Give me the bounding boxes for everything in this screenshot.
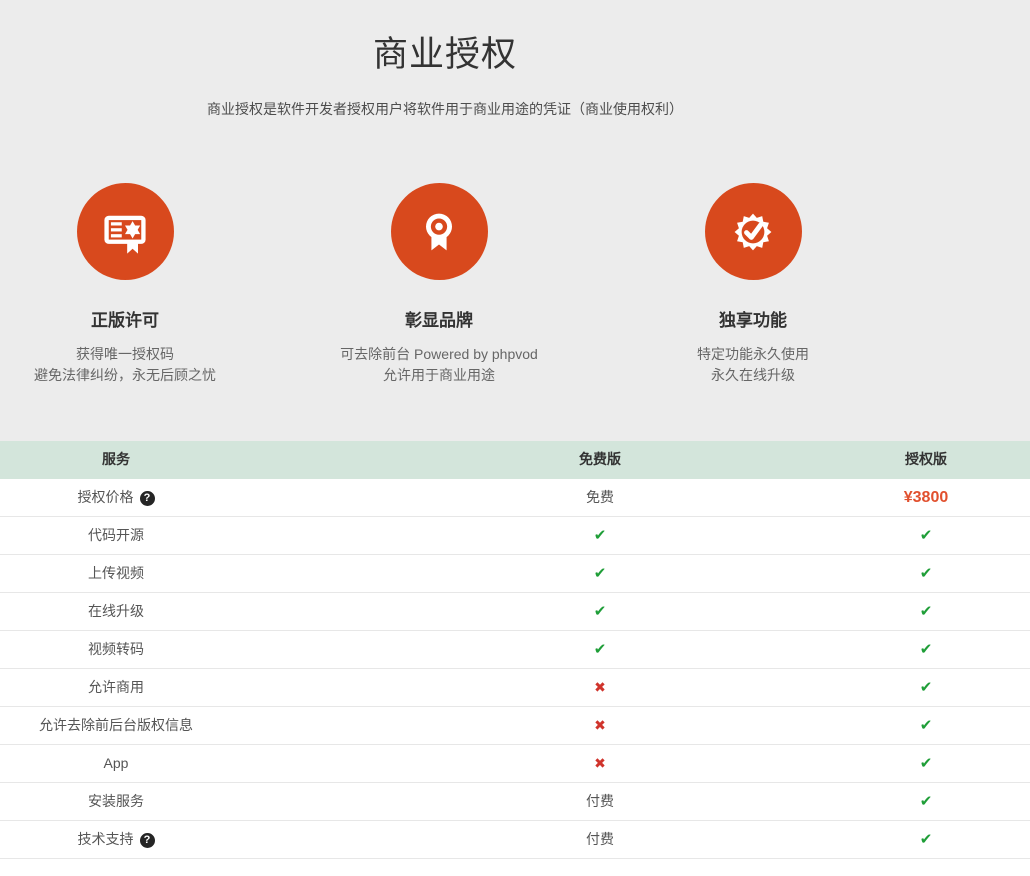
feature-desc-line: 永久在线升级 <box>628 365 878 386</box>
check-icon: ✔ <box>920 527 933 544</box>
row-label: App <box>104 755 129 771</box>
table-row: 授权价格? 免费 ¥3800 <box>0 479 1030 517</box>
cross-icon: ✖ <box>594 755 606 771</box>
row-label: 上传视频 <box>88 565 144 581</box>
table-row: App ✖ ✔ <box>0 745 1030 783</box>
feature-license: 正版许可 获得唯一授权码 避免法律纠纷，永无后顾之忧 <box>0 183 250 386</box>
feature-desc-line: 避免法律纠纷，永无后顾之忧 <box>0 365 250 386</box>
table-header-service: 服务 <box>0 441 232 479</box>
row-label: 视频转码 <box>88 641 144 657</box>
help-icon[interactable]: ? <box>140 491 155 506</box>
table-body: 授权价格?免费¥3800代码开源✔✔上传视频✔✔在线升级✔✔视频转码✔✔允许商用… <box>0 479 1030 859</box>
check-icon: ✔ <box>920 565 933 582</box>
cross-icon: ✖ <box>594 679 606 695</box>
check-icon: ✔ <box>920 717 933 734</box>
check-icon: ✔ <box>594 641 607 658</box>
cross-icon: ✖ <box>594 717 606 733</box>
hero-section: 商业授权 商业授权是软件开发者授权用户将软件用于商业用途的凭证（商业使用权利） <box>0 0 1030 441</box>
table-header-row: 服务 免费版 授权版 <box>0 441 1030 479</box>
feature-desc-line: 可去除前台 Powered by phpvod <box>314 344 564 365</box>
row-label: 代码开源 <box>88 527 144 543</box>
table-row: 安装服务 付费 ✔ <box>0 783 1030 821</box>
value-text: 付费 <box>586 793 614 809</box>
help-icon[interactable]: ? <box>140 833 155 848</box>
value-text: 付费 <box>586 831 614 847</box>
row-label: 安装服务 <box>88 793 144 809</box>
feature-exclusive: 独享功能 特定功能永久使用 永久在线升级 <box>628 183 878 386</box>
check-icon: ✔ <box>920 641 933 658</box>
check-icon: ✔ <box>920 793 933 810</box>
badge-check-icon <box>705 183 802 280</box>
table-row: 代码开源 ✔ ✔ <box>0 517 1030 555</box>
check-icon: ✔ <box>594 565 607 582</box>
feature-desc-line: 特定功能永久使用 <box>628 344 878 365</box>
table-row: 视频转码 ✔ ✔ <box>0 631 1030 669</box>
row-label: 在线升级 <box>88 603 144 619</box>
table-header-free: 免费版 <box>232 441 822 479</box>
row-label: 允许商用 <box>88 679 144 695</box>
page-subtitle: 商业授权是软件开发者授权用户将软件用于商业用途的凭证（商业使用权利） <box>0 99 890 119</box>
feature-title: 彰显品牌 <box>314 306 564 331</box>
table-row: 上传视频 ✔ ✔ <box>0 555 1030 593</box>
page-title: 商业授权 <box>0 26 890 77</box>
table-row: 允许商用 ✖ ✔ <box>0 669 1030 707</box>
check-icon: ✔ <box>594 603 607 620</box>
feature-list: 正版许可 获得唯一授权码 避免法律纠纷，永无后顾之忧 彰显品牌 <box>0 183 878 386</box>
table-row: 在线升级 ✔ ✔ <box>0 593 1030 631</box>
row-label: 授权价格 <box>78 489 134 505</box>
feature-desc-line: 获得唯一授权码 <box>0 344 250 365</box>
check-icon: ✔ <box>920 603 933 620</box>
check-icon: ✔ <box>920 755 933 772</box>
feature-brand: 彰显品牌 可去除前台 Powered by phpvod 允许用于商业用途 <box>314 183 564 386</box>
check-icon: ✔ <box>920 679 933 696</box>
feature-desc: 特定功能永久使用 永久在线升级 <box>628 344 878 386</box>
feature-title: 独享功能 <box>628 306 878 331</box>
feature-title: 正版许可 <box>0 306 250 331</box>
row-label: 技术支持 <box>78 831 134 847</box>
table-row: 允许去除前后台版权信息 ✖ ✔ <box>0 707 1030 745</box>
price-text: ¥3800 <box>904 489 949 506</box>
certificate-icon <box>77 183 174 280</box>
comparison-table: 服务 免费版 授权版 授权价格? 免费 ¥3800 代码开源 ✔ ✔ 上传视频 ✔ ✔ 在线升级 ✔… <box>0 441 1030 859</box>
check-icon: ✔ <box>594 527 607 544</box>
medal-icon <box>391 183 488 280</box>
check-icon: ✔ <box>920 831 933 848</box>
feature-desc: 可去除前台 Powered by phpvod 允许用于商业用途 <box>314 344 564 386</box>
row-label: 允许去除前后台版权信息 <box>39 717 193 733</box>
feature-desc: 获得唯一授权码 避免法律纠纷，永无后顾之忧 <box>0 344 250 386</box>
value-text: 免费 <box>586 489 614 505</box>
table-header-licensed: 授权版 <box>822 441 1030 479</box>
feature-desc-line: 允许用于商业用途 <box>314 365 564 386</box>
table-row: 技术支持? 付费 ✔ <box>0 821 1030 859</box>
